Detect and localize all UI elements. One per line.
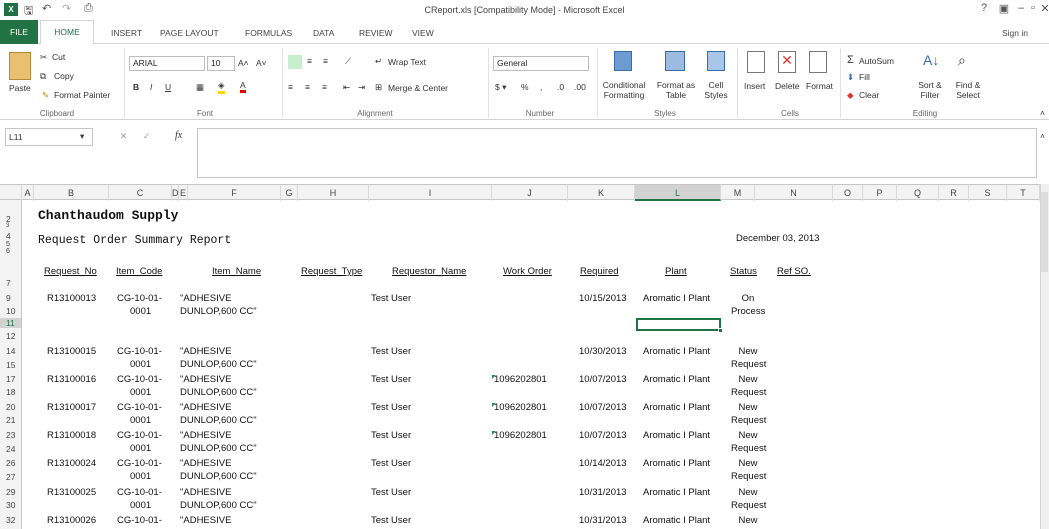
error-indicator-icon — [492, 403, 496, 407]
status-cell-line2[interactable]: Request — [731, 359, 766, 370]
status-cell-line2[interactable]: Request — [731, 443, 766, 454]
plant-cell[interactable]: Aromatic I Plant — [643, 346, 710, 357]
item-code-cell-line2[interactable]: 0001 — [130, 415, 151, 426]
requestor-cell[interactable]: Test User — [371, 430, 411, 441]
status-cell[interactable]: New — [731, 402, 765, 413]
request-no-cell[interactable]: R13100018 — [47, 430, 96, 441]
work-order-cell[interactable]: 1096202801 — [494, 430, 547, 441]
required-date-cell[interactable]: 10/14/2013 — [579, 458, 627, 469]
requestor-cell[interactable]: Test User — [371, 487, 411, 498]
plant-cell[interactable]: Aromatic I Plant — [643, 374, 710, 385]
item-code-cell-line2[interactable]: 0001 — [130, 443, 151, 454]
required-date-cell[interactable]: 10/07/2013 — [579, 430, 627, 441]
item-code-cell-line2[interactable]: 0001 — [130, 359, 151, 370]
item-name-cell[interactable]: "ADHESIVE — [180, 293, 231, 304]
required-date-cell[interactable]: 10/30/2013 — [579, 346, 627, 357]
plant-cell[interactable]: Aromatic I Plant — [643, 293, 710, 304]
required-date-cell[interactable]: 10/31/2013 — [579, 487, 627, 498]
item-code-cell[interactable]: CG-10-01- — [117, 458, 162, 469]
item-name-cell-line2[interactable]: DUNLOP,600 CC" — [180, 415, 257, 426]
plant-cell[interactable]: Aromatic I Plant — [643, 515, 710, 526]
item-name-cell[interactable]: "ADHESIVE — [180, 402, 231, 413]
plant-cell[interactable]: Aromatic I Plant — [643, 430, 710, 441]
status-cell[interactable]: On — [731, 293, 765, 304]
item-name-cell-line2[interactable]: DUNLOP,600 CC" — [180, 443, 257, 454]
item-code-cell-line2[interactable]: 0001 — [130, 471, 151, 482]
status-cell[interactable]: New — [731, 515, 765, 526]
expand-formula-icon[interactable]: ˄ — [1040, 131, 1045, 141]
collapse-ribbon-icon[interactable]: ˄ — [1040, 108, 1045, 118]
item-code-cell[interactable]: CG-10-01- — [117, 487, 162, 498]
plant-cell[interactable]: Aromatic I Plant — [643, 487, 710, 498]
request-no-cell[interactable]: R13100024 — [47, 458, 96, 469]
plant-cell[interactable]: Aromatic I Plant — [643, 402, 710, 413]
work-order-cell[interactable]: 1096202801 — [494, 374, 547, 385]
request-no-cell[interactable]: R13100026 — [47, 515, 96, 526]
item-name-cell[interactable]: "ADHESIVE — [180, 374, 231, 385]
status-cell-line2[interactable]: Request — [731, 387, 766, 398]
request-no-cell[interactable]: R13100025 — [47, 487, 96, 498]
fill-handle[interactable] — [718, 328, 723, 333]
item-name-cell-line2[interactable]: DUNLOP,600 CC" — [180, 387, 257, 398]
item-name-cell[interactable]: "ADHESIVE — [180, 430, 231, 441]
status-cell[interactable]: New — [731, 487, 765, 498]
requestor-cell[interactable]: Test User — [371, 458, 411, 469]
item-code-cell[interactable]: CG-10-01- — [117, 346, 162, 357]
required-date-cell[interactable]: 10/07/2013 — [579, 402, 627, 413]
item-code-cell-line2[interactable]: 0001 — [130, 306, 151, 317]
item-name-cell-line2[interactable]: DUNLOP,600 CC" — [180, 306, 257, 317]
records-area: R13100013 CG-10-01- 0001 "ADHESIVE DUNLOP,60… — [0, 0, 1040, 529]
status-cell-line2[interactable]: Request — [731, 500, 766, 511]
requestor-cell[interactable]: Test User — [371, 402, 411, 413]
item-code-cell-line2[interactable]: 0001 — [130, 500, 151, 511]
error-indicator-icon — [492, 375, 496, 379]
item-name-cell-line2[interactable]: DUNLOP,600 CC" — [180, 471, 257, 482]
status-cell[interactable]: New — [731, 374, 765, 385]
status-cell-line2[interactable]: Request — [731, 471, 766, 482]
item-code-cell[interactable]: CG-10-01- — [117, 515, 162, 526]
request-no-cell[interactable]: R13100017 — [47, 402, 96, 413]
status-cell-line2[interactable]: Request — [731, 415, 766, 426]
item-code-cell[interactable]: CG-10-01- — [117, 293, 162, 304]
required-date-cell[interactable]: 10/31/2013 — [579, 515, 627, 526]
request-no-cell[interactable]: R13100013 — [47, 293, 96, 304]
item-name-cell-line2[interactable]: DUNLOP,600 CC" — [180, 359, 257, 370]
status-cell[interactable]: New — [731, 430, 765, 441]
requestor-cell[interactable]: Test User — [371, 374, 411, 385]
item-name-cell[interactable]: "ADHESIVE — [180, 458, 231, 469]
requestor-cell[interactable]: Test User — [371, 293, 411, 304]
item-code-cell[interactable]: CG-10-01- — [117, 430, 162, 441]
request-no-cell[interactable]: R13100015 — [47, 346, 96, 357]
request-no-cell[interactable]: R13100016 — [47, 374, 96, 385]
work-order-cell[interactable]: 1096202801 — [494, 402, 547, 413]
item-code-cell[interactable]: CG-10-01- — [117, 374, 162, 385]
required-date-cell[interactable]: 10/07/2013 — [579, 374, 627, 385]
status-cell[interactable]: New — [731, 346, 765, 357]
status-cell[interactable]: New — [731, 458, 765, 469]
error-indicator-icon — [492, 431, 496, 435]
selected-cell-l11[interactable] — [636, 318, 721, 331]
requestor-cell[interactable]: Test User — [371, 515, 411, 526]
item-name-cell-line2[interactable]: DUNLOP,600 CC" — [180, 500, 257, 511]
item-code-cell-line2[interactable]: 0001 — [130, 387, 151, 398]
required-date-cell[interactable]: 10/15/2013 — [579, 293, 627, 304]
status-cell-line2[interactable]: Process — [731, 306, 765, 317]
item-code-cell[interactable]: CG-10-01- — [117, 402, 162, 413]
item-name-cell[interactable]: "ADHESIVE — [180, 346, 231, 357]
requestor-cell[interactable]: Test User — [371, 346, 411, 357]
item-name-cell[interactable]: "ADHESIVE — [180, 515, 231, 526]
plant-cell[interactable]: Aromatic I Plant — [643, 458, 710, 469]
item-name-cell[interactable]: "ADHESIVE — [180, 487, 231, 498]
scrollbar-thumb[interactable] — [1041, 192, 1048, 272]
